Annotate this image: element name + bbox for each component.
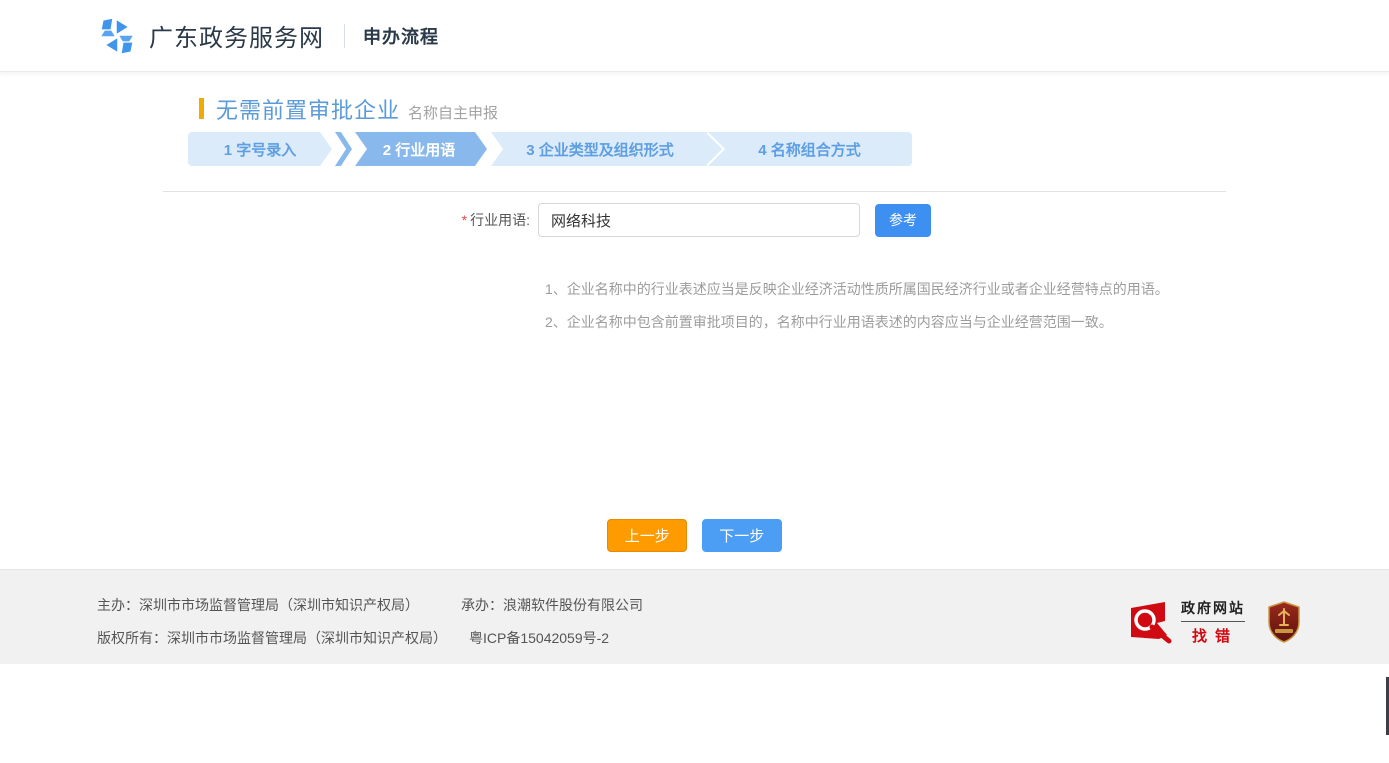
- footer-badges: 政府网站 找错: [1129, 570, 1301, 664]
- page-subtitle: 名称自主申报: [408, 102, 498, 123]
- top-header: 广东政务服务网 申办流程: [0, 0, 1389, 72]
- header-divider: [344, 24, 345, 48]
- undertake-name: 浪潮软件股份有限公司: [503, 597, 643, 613]
- reference-button[interactable]: 参考: [875, 204, 931, 237]
- title-accent-bar: [199, 98, 204, 119]
- host-label: 主办：: [97, 597, 139, 613]
- find-error-line2: 找错: [1181, 625, 1245, 646]
- page-title-text: 无需前置审批企业: [216, 93, 400, 125]
- find-error-magnifier-icon: [1129, 599, 1175, 645]
- next-step-button[interactable]: 下一步: [702, 519, 782, 552]
- footer-line-1: 主办：深圳市市场监督管理局（深圳市知识产权局） 承办：浪潮软件股份有限公司: [97, 595, 643, 615]
- step-wizard: 1 字号录入 2 行业用语 3 企业类型及组织形式 4 名称组合方式: [188, 132, 912, 166]
- copyright-label: 版权所有：: [97, 630, 167, 646]
- industry-term-form-row: *行业用语: 参考: [448, 203, 1226, 237]
- step-2-industry-term[interactable]: 2 行业用语: [355, 132, 487, 166]
- step-4-name-combination[interactable]: 4 名称组合方式: [707, 132, 912, 166]
- page-footer: 主办：深圳市市场监督管理局（深圳市知识产权局）承办：浪潮软件股份有限公司 版权所…: [0, 569, 1389, 664]
- industry-term-label: *行业用语:: [448, 210, 538, 230]
- gov-shield-badge-icon[interactable]: [1267, 601, 1301, 643]
- undertake-label: 承办：: [461, 597, 503, 613]
- gdzwfw-pinwheel-logo-icon: [97, 16, 137, 56]
- find-error-text: 政府网站 找错: [1181, 598, 1245, 646]
- page-title: 无需前置审批企业 名称自主申报: [199, 93, 1226, 123]
- content-divider: [163, 191, 1226, 192]
- required-asterisk: *: [462, 212, 467, 228]
- industry-term-notes: 1、企业名称中的行业表述应当是反映企业经济活动性质所属国民经济行业或者企业经营特…: [545, 273, 1226, 339]
- footer-line-2: 版权所有：深圳市市场监督管理局（深圳市知识产权局） 粤ICP备15042059号-…: [97, 628, 643, 648]
- previous-step-button[interactable]: 上一步: [607, 519, 687, 552]
- industry-term-input[interactable]: [538, 203, 860, 237]
- step-chevron-icon: [335, 132, 352, 166]
- note-line-1: 1、企业名称中的行业表述应当是反映企业经济活动性质所属国民经济行业或者企业经营特…: [545, 273, 1226, 306]
- gov-site-find-error-badge[interactable]: 政府网站 找错: [1129, 598, 1245, 646]
- host-name: 深圳市市场监督管理局（深圳市知识产权局）: [139, 597, 419, 613]
- icp-number[interactable]: 粤ICP备15042059号-2: [469, 630, 609, 646]
- wizard-actions: 上一步 下一步: [163, 519, 1226, 552]
- note-line-2: 2、企业名称中包含前置审批项目的，名称中行业用语表述的内容应当与企业经营范围一致…: [545, 306, 1226, 339]
- main-content: 无需前置审批企业 名称自主申报 1 字号录入 2 行业用语 3 企业类型及组织形…: [163, 72, 1226, 552]
- footer-info: 主办：深圳市市场监督管理局（深圳市知识产权局）承办：浪潮软件股份有限公司 版权所…: [97, 570, 643, 664]
- find-error-line1: 政府网站: [1181, 598, 1245, 622]
- site-title: 广东政务服务网: [149, 18, 324, 53]
- nav-apply-flow[interactable]: 申办流程: [363, 23, 439, 49]
- copyright-name: 深圳市市场监督管理局（深圳市知识产权局）: [167, 630, 447, 646]
- step-1-name-entry[interactable]: 1 字号录入: [188, 132, 332, 166]
- step-3-enterprise-type[interactable]: 3 企业类型及组织形式: [491, 132, 709, 166]
